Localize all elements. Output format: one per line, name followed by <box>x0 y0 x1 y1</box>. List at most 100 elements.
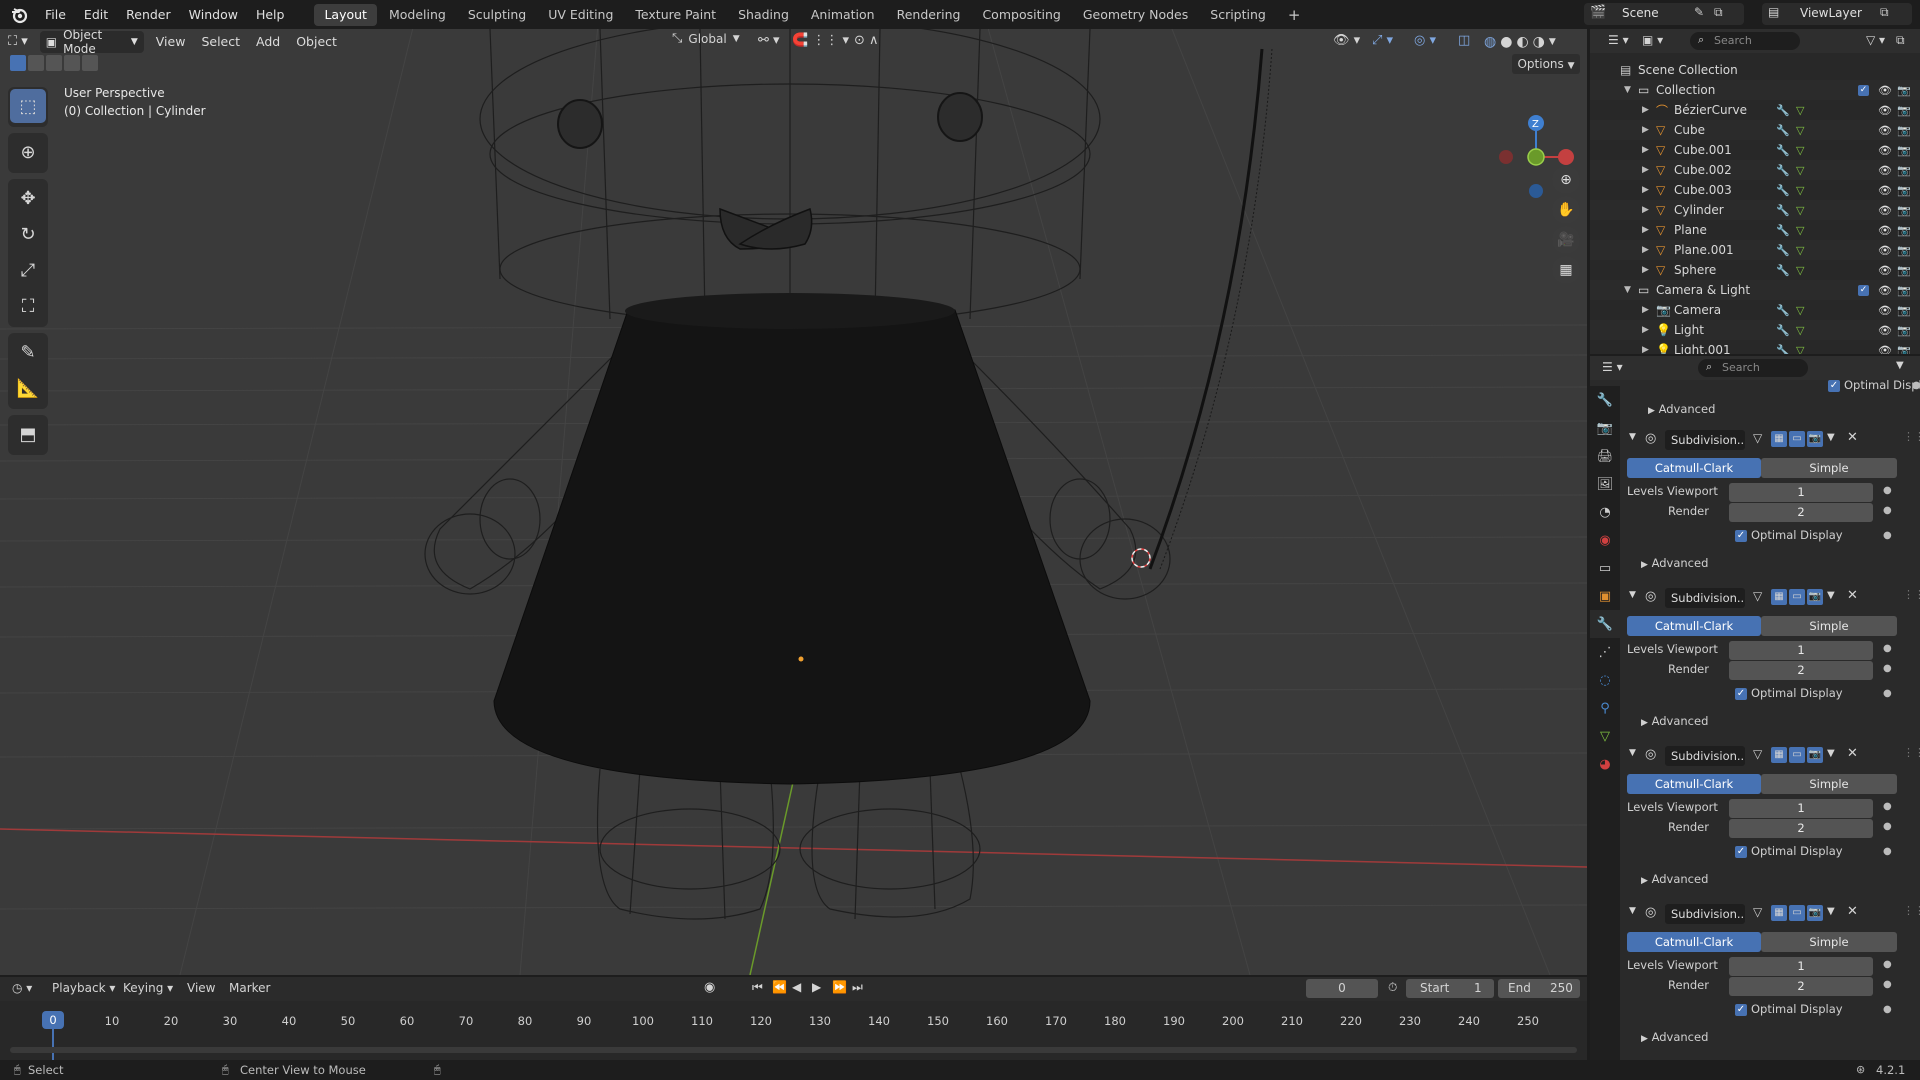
outliner-item[interactable]: ▶ ▽ Cube.001 🔧 ▽ 👁 📷 <box>1590 140 1920 160</box>
visibility-eye-icon[interactable]: 👁 <box>1878 104 1892 117</box>
visibility-eye-icon[interactable]: 👁 <box>1878 264 1892 277</box>
outliner-collection[interactable]: ▼ ▭ Camera & Light ✓ 👁 📷 <box>1590 280 1920 300</box>
render-camera-icon[interactable]: 📷 <box>1897 224 1911 237</box>
menu-view[interactable]: View <box>148 30 194 54</box>
levels-viewport-field[interactable]: 1 <box>1729 641 1873 660</box>
outliner-item[interactable]: ▶ 💡 Light 🔧 ▽ 👁 📷 <box>1590 320 1920 340</box>
play-icon[interactable]: ▶ <box>812 980 821 994</box>
catmull-clark-button[interactable]: Catmull-Clark <box>1627 774 1761 794</box>
viewport-display-icon[interactable]: ▭ <box>1789 747 1805 763</box>
optimal-display-checkbox[interactable]: ✓ <box>1735 688 1747 700</box>
modifier-tab-icon[interactable]: 🔧 <box>1590 610 1620 638</box>
auto-keying-icon[interactable]: ◉ <box>704 980 715 995</box>
filter-icon[interactable]: ▽ ▾ <box>1866 33 1885 47</box>
new-view-layer-icon[interactable]: ⧉ <box>1880 5 1889 20</box>
tab-layout[interactable]: Layout <box>314 3 377 26</box>
next-keyframe-icon[interactable]: ⏩ <box>832 980 847 994</box>
chevron-down-icon[interactable]: ▼ <box>1629 906 1636 916</box>
snap-icon[interactable]: 🧲 ⋮⋮ ▾ <box>792 33 849 48</box>
end-frame-field[interactable]: End 250 <box>1498 979 1580 998</box>
menu-file[interactable]: File <box>36 0 75 29</box>
advanced-panel[interactable]: ▶ Advanced <box>1641 872 1708 886</box>
stopwatch-icon[interactable]: ⏱ <box>1388 980 1397 995</box>
tool-tab-icon[interactable]: 🔧 <box>1590 386 1620 414</box>
optimal-display-checkbox[interactable]: ✓ <box>1735 530 1747 542</box>
close-icon[interactable]: ✕ <box>1847 588 1858 603</box>
transform-orientation[interactable]: ⤡ Global ▼ <box>672 31 740 46</box>
outliner-item[interactable]: ▶ ▽ Plane.001 🔧 ▽ 👁 📷 <box>1590 240 1920 260</box>
chevron-down-icon[interactable]: ▼ <box>1624 85 1631 95</box>
animate-dot[interactable]: ● <box>1883 846 1892 857</box>
outliner-item[interactable]: ▶ ▽ Cube.002 🔧 ▽ 👁 📷 <box>1590 160 1920 180</box>
pin-icon[interactable]: ✎ <box>1694 5 1704 19</box>
render-display-icon[interactable]: 📷 <box>1807 905 1823 921</box>
wireframe-shading-icon[interactable]: ◍ <box>1484 34 1496 50</box>
animate-dot[interactable]: ● <box>1883 485 1892 496</box>
chevron-down-icon[interactable]: ▼ <box>1549 37 1556 47</box>
exclude-checkbox[interactable]: ✓ <box>1858 284 1869 296</box>
levels-viewport-field[interactable]: 1 <box>1729 799 1873 818</box>
render-camera-icon[interactable]: 📷 <box>1897 124 1911 137</box>
outliner-item[interactable]: ▶ 💡 Light.001 🔧 ▽ 👁 📷 <box>1590 340 1920 354</box>
animate-dot[interactable]: ● <box>1883 959 1892 970</box>
physics-tab-icon[interactable]: ◌ <box>1590 666 1620 694</box>
add-cube-tool[interactable]: ⬒ <box>10 417 46 451</box>
overlay-icon[interactable]: ◎ ▾ <box>1414 33 1436 48</box>
blender-logo-icon[interactable] <box>10 6 28 24</box>
render-levels-field[interactable]: 2 <box>1729 661 1873 680</box>
animate-dot[interactable]: ● <box>1883 979 1892 990</box>
current-frame-field[interactable]: 0 <box>1306 979 1378 998</box>
animate-dot[interactable]: ● <box>1883 643 1892 654</box>
render-display-icon[interactable]: 📷 <box>1807 589 1823 605</box>
catmull-clark-button[interactable]: Catmull-Clark <box>1627 932 1761 952</box>
output-tab-icon[interactable]: 🖨 <box>1590 442 1620 470</box>
chevron-down-icon[interactable]: ▼ <box>1827 748 1835 759</box>
start-frame-field[interactable]: Start 1 <box>1406 979 1494 998</box>
visibility-eye-icon[interactable]: 👁 <box>1878 144 1892 157</box>
outliner-item[interactable]: ▶ ▽ Plane 🔧 ▽ 👁 📷 <box>1590 220 1920 240</box>
particles-tab-icon[interactable]: ⋰ <box>1590 638 1620 666</box>
chevron-down-icon[interactable]: ▼ <box>1629 432 1636 442</box>
visibility-eye-icon[interactable]: 👁 <box>1878 164 1892 177</box>
modifier-name-field[interactable]: Subdivision... <box>1665 430 1745 450</box>
transform-tool[interactable]: ⛶ <box>10 289 46 323</box>
chevron-right-icon[interactable]: ▶ <box>1642 345 1649 354</box>
chevron-down-icon[interactable]: ▼ <box>1827 590 1835 601</box>
chevron-right-icon[interactable]: ▶ <box>1642 305 1649 315</box>
tab-sculpting[interactable]: Sculpting <box>458 4 536 26</box>
menu-window[interactable]: Window <box>180 0 247 29</box>
modifier-name-field[interactable]: Subdivision... <box>1665 904 1745 924</box>
visibility-eye-icon[interactable]: 👁 <box>1878 184 1892 197</box>
playhead[interactable]: 0 <box>42 1011 64 1029</box>
advanced-panel[interactable]: ▶ Advanced <box>1648 402 1715 416</box>
view-layer-selector[interactable]: ▤ ViewLayer ⧉ <box>1762 3 1912 25</box>
animate-dot[interactable]: ● <box>1883 505 1892 516</box>
outliner-root[interactable]: ▤ Scene Collection <box>1590 60 1920 80</box>
viewport-display-icon[interactable]: ▭ <box>1789 589 1805 605</box>
chevron-right-icon[interactable]: ▶ <box>1642 325 1649 335</box>
menu-select[interactable]: Select <box>193 30 248 54</box>
rotate-tool[interactable]: ↻ <box>10 217 46 251</box>
advanced-panel[interactable]: ▶ Advanced <box>1641 714 1708 728</box>
viewport-display-icon[interactable]: ▭ <box>1789 905 1805 921</box>
render-camera-icon[interactable]: 📷 <box>1897 304 1911 317</box>
render-tab-icon[interactable]: 📷 <box>1590 414 1620 442</box>
simple-button[interactable]: Simple <box>1761 932 1897 952</box>
scene-selector[interactable]: 🎬 Scene ✎ ⧉ <box>1584 3 1744 25</box>
visibility-eye-icon[interactable]: 👁 <box>1878 244 1892 257</box>
pivot-icon[interactable]: ⚯ ▾ <box>758 33 780 48</box>
menu-playback[interactable]: Playback ▾ <box>52 981 115 995</box>
proportional-editing-icon[interactable]: ⊙ ∧ <box>854 33 879 48</box>
close-icon[interactable]: ✕ <box>1847 430 1858 445</box>
solid-shading-icon[interactable]: ● <box>1500 34 1512 50</box>
tab-texture-paint[interactable]: Texture Paint <box>625 4 726 26</box>
edit-mode-icon[interactable]: ▽ <box>1753 747 1762 761</box>
cage-icon[interactable]: ▦ <box>1771 589 1787 605</box>
chevron-right-icon[interactable]: ▶ <box>1642 245 1649 255</box>
mode-selector[interactable]: ▣ Object Mode ▼ <box>39 29 144 56</box>
chevron-right-icon[interactable]: ▶ <box>1642 205 1649 215</box>
cage-icon[interactable]: ▦ <box>1771 431 1787 447</box>
cage-icon[interactable]: ▦ <box>1771 905 1787 921</box>
drag-handle-icon[interactable]: ⋮⋮ <box>1903 588 1920 601</box>
chevron-right-icon[interactable]: ▶ <box>1642 125 1649 135</box>
